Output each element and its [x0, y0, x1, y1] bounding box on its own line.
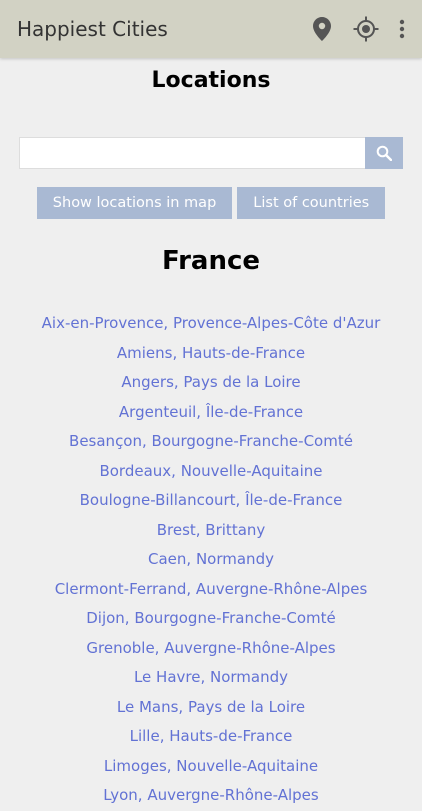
location-link[interactable]: Le Havre, Normandy [0, 663, 422, 693]
my-location-button[interactable] [348, 9, 384, 49]
app-title: Happiest Cities [17, 17, 168, 41]
location-link[interactable]: Boulogne-Billancourt, Île-de-France [0, 486, 422, 516]
search-input[interactable] [19, 137, 365, 169]
locations-list: Aix-en-Provence, Provence-Alpes-Côte d'A… [0, 309, 422, 811]
location-link[interactable]: Bordeaux, Nouvelle-Aquitaine [0, 457, 422, 487]
my-location-icon [353, 16, 379, 42]
location-link[interactable]: Angers, Pays de la Loire [0, 368, 422, 398]
map-pin-button[interactable] [304, 9, 340, 49]
search-icon [376, 145, 392, 161]
location-link[interactable]: Clermont-Ferrand, Auvergne-Rhône-Alpes [0, 575, 422, 605]
location-link[interactable]: Aix-en-Provence, Provence-Alpes-Côte d'A… [0, 309, 422, 339]
location-link[interactable]: Lyon, Auvergne-Rhône-Alpes [0, 781, 422, 811]
app-bar: Happiest Cities [0, 0, 422, 58]
location-link[interactable]: Lille, Hauts-de-France [0, 722, 422, 752]
location-link[interactable]: Amiens, Hauts-de-France [0, 339, 422, 369]
overflow-menu-button[interactable] [392, 9, 412, 49]
show-locations-in-map-button[interactable]: Show locations in map [36, 187, 233, 219]
search-button[interactable] [365, 137, 403, 169]
more-vert-icon [399, 19, 405, 39]
list-of-countries-button[interactable]: List of countries [237, 187, 386, 219]
location-link[interactable]: Besançon, Bourgogne-Franche-Comté [0, 427, 422, 457]
page-title: Locations [151, 68, 271, 93]
location-pin-icon [313, 17, 331, 41]
location-link[interactable]: Le Mans, Pays de la Loire [0, 693, 422, 723]
action-buttons: Show locations in map List of countries [0, 187, 422, 219]
location-link[interactable]: Grenoble, Auvergne-Rhône-Alpes [0, 634, 422, 664]
location-link[interactable]: Argenteuil, Île-de-France [0, 398, 422, 428]
location-link[interactable]: Dijon, Bourgogne-Franche-Comté [0, 604, 422, 634]
search-bar [19, 137, 403, 169]
country-title: France [161, 246, 261, 276]
location-link[interactable]: Brest, Brittany [0, 516, 422, 546]
location-link[interactable]: Caen, Normandy [0, 545, 422, 575]
location-link[interactable]: Limoges, Nouvelle-Aquitaine [0, 752, 422, 782]
